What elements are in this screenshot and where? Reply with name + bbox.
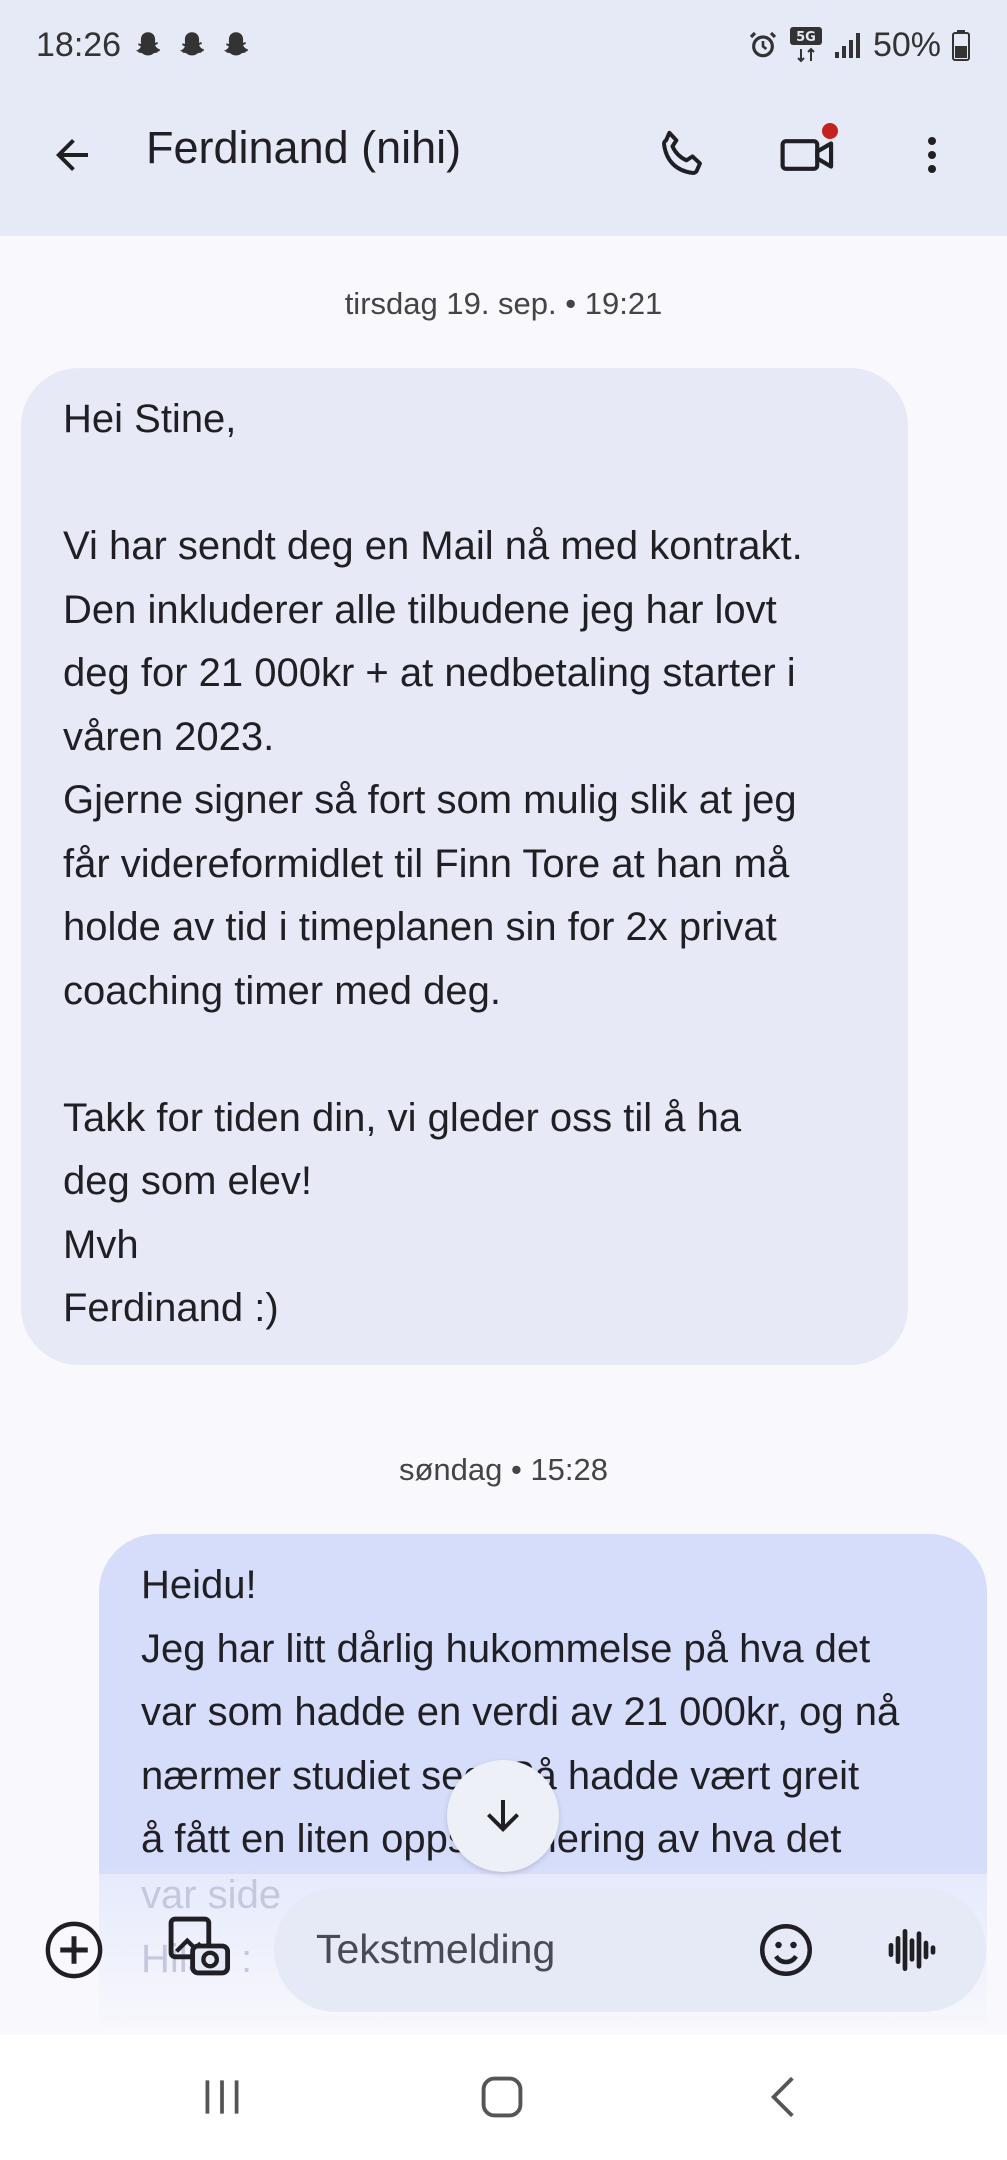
conversation[interactable]: tirsdag 19. sep. • 19:21 Hei Stine, Vi h… [0,236,1007,2036]
scroll-to-bottom-button[interactable] [447,1760,559,1872]
system-nav-bar [0,2035,1007,2160]
system-back-button[interactable] [744,2057,824,2137]
snapchat-icon [180,32,204,56]
snapchat-icon [136,32,160,56]
alarm-icon [749,31,777,58]
status-time: 18:26 [36,25,122,64]
emoji-icon [760,1924,812,1976]
phone-icon [662,130,702,175]
voice-message-button[interactable] [872,1910,952,1990]
message-timestamp: søndag • 15:28 [398,1452,609,1487]
notification-dot [822,123,838,139]
app-bar: Ferdinand (nihi) [0,100,1007,210]
gallery-button[interactable] [158,1906,238,1986]
add-attachment-button[interactable] [34,1910,114,1990]
home-button[interactable] [462,2057,542,2137]
back-arrow-icon [56,139,88,171]
battery-icon [952,30,970,61]
status-right: 5G 50% [747,26,971,65]
contact-name[interactable]: Ferdinand (nihi) [146,122,461,174]
5g-icon: 5G [789,27,822,63]
home-icon [481,2076,523,2118]
voice-icon [888,1929,936,1971]
add-circle-icon [45,1921,103,1979]
back-button[interactable] [32,115,112,195]
incoming-message-bubble[interactable]: Hei Stine, Vi har sendt deg en Mail nå m… [21,368,908,1365]
arrow-down-icon [487,1800,519,1832]
call-button[interactable] [642,115,722,195]
network-label: 5G [796,30,816,45]
composer-bar: Tekstmelding [0,1880,1007,2020]
snapchat-icon [224,32,248,56]
more-vert-icon [928,137,936,173]
more-options-button[interactable] [892,115,972,195]
top-bar: 18:26 5G 50% Ferdinand (nihi) [0,0,1007,236]
message-input-placeholder: Tekstmelding [316,1926,556,1972]
signal-icon [834,33,860,58]
recents-button[interactable] [182,2057,262,2137]
back-icon [770,2076,794,2118]
video-call-button[interactable] [768,115,848,195]
gallery-icon [168,1916,231,1976]
emoji-button[interactable] [746,1910,826,1990]
status-bar: 18:26 5G 50% [0,0,1007,90]
recents-icon [205,2080,239,2114]
status-left: 18:26 [36,26,253,65]
message-timestamp: tirsdag 19. sep. • 19:21 [344,286,663,321]
battery-percent: 50% [872,25,941,64]
message-input[interactable]: Tekstmelding [274,1888,986,2012]
